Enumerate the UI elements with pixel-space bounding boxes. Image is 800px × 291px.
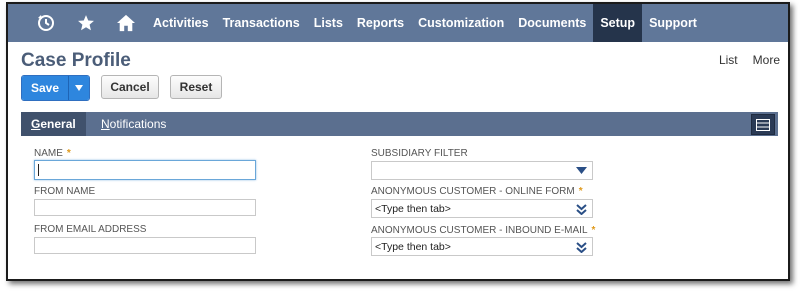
- from-name-label: FROM NAME: [34, 186, 96, 197]
- tab-notifications-accesskey: N: [101, 117, 110, 131]
- anon-inbound-email-label-text: ANONYMOUS CUSTOMER - INBOUND E-MAIL: [371, 225, 588, 236]
- tab-general-label: eneral: [40, 117, 76, 131]
- dropdown-arrow-icon: [576, 167, 587, 174]
- anon-online-form-select[interactable]: <Type then tab>: [371, 199, 593, 218]
- anon-inbound-email-value: <Type then tab>: [375, 241, 451, 253]
- nav-item-documents[interactable]: Documents: [511, 4, 593, 42]
- nav-item-reports[interactable]: Reports: [350, 4, 411, 42]
- reset-button[interactable]: Reset: [170, 75, 222, 99]
- recent-history-icon[interactable]: [26, 4, 66, 42]
- required-indicator: *: [66, 148, 71, 159]
- required-indicator: *: [591, 225, 596, 236]
- tab-general-accesskey: G: [31, 117, 41, 131]
- subsidiary-filter-select[interactable]: [371, 161, 593, 180]
- save-button[interactable]: Save: [22, 76, 68, 100]
- star-icon[interactable]: [66, 4, 106, 42]
- caret-down-icon: [75, 85, 83, 91]
- required-indicator: *: [578, 186, 583, 197]
- anon-online-form-value: <Type then tab>: [375, 203, 451, 215]
- save-button-group: Save: [21, 75, 90, 101]
- nav-item-support[interactable]: Support: [642, 4, 704, 42]
- view-toggle-button[interactable]: [751, 114, 775, 135]
- subtab-bar: General Notifications: [21, 112, 778, 136]
- name-input[interactable]: [34, 160, 256, 180]
- layout-icon: [756, 118, 770, 131]
- cancel-button[interactable]: Cancel: [101, 75, 159, 99]
- list-link[interactable]: List: [719, 53, 738, 67]
- name-label: NAME *: [34, 148, 71, 159]
- anon-online-form-label: ANONYMOUS CUSTOMER - ONLINE FORM *: [371, 186, 583, 197]
- anon-inbound-email-label: ANONYMOUS CUSTOMER - INBOUND E-MAIL *: [371, 225, 595, 236]
- save-dropdown-button[interactable]: [68, 76, 89, 100]
- tab-notifications[interactable]: Notifications: [95, 112, 172, 136]
- tab-notifications-label: otifications: [109, 117, 167, 131]
- nav-item-transactions[interactable]: Transactions: [216, 4, 307, 42]
- home-icon[interactable]: [106, 4, 146, 42]
- tab-general[interactable]: General: [21, 112, 86, 136]
- more-link[interactable]: More: [753, 53, 780, 67]
- anon-inbound-email-select[interactable]: <Type then tab>: [371, 237, 593, 256]
- double-chevron-down-icon: [576, 204, 587, 215]
- nav-item-setup[interactable]: Setup: [593, 4, 643, 42]
- subsidiary-filter-label: SUBSIDIARY FILTER: [371, 148, 468, 159]
- top-navigation-bar: Activities Transactions Lists Reports Cu…: [8, 4, 788, 42]
- nav-item-lists[interactable]: Lists: [307, 4, 350, 42]
- nav-item-activities[interactable]: Activities: [146, 4, 216, 42]
- page-title: Case Profile: [21, 50, 131, 71]
- nav-item-customization[interactable]: Customization: [411, 4, 511, 42]
- name-label-text: NAME: [34, 148, 63, 159]
- from-email-input[interactable]: [34, 237, 256, 254]
- double-chevron-down-icon: [576, 242, 587, 253]
- from-name-input[interactable]: [34, 199, 256, 216]
- from-email-label: FROM EMAIL ADDRESS: [34, 224, 147, 235]
- app-window: Activities Transactions Lists Reports Cu…: [6, 2, 790, 281]
- page-links: List More: [719, 53, 780, 67]
- text-cursor: [38, 164, 39, 176]
- anon-online-form-label-text: ANONYMOUS CUSTOMER - ONLINE FORM: [371, 186, 575, 197]
